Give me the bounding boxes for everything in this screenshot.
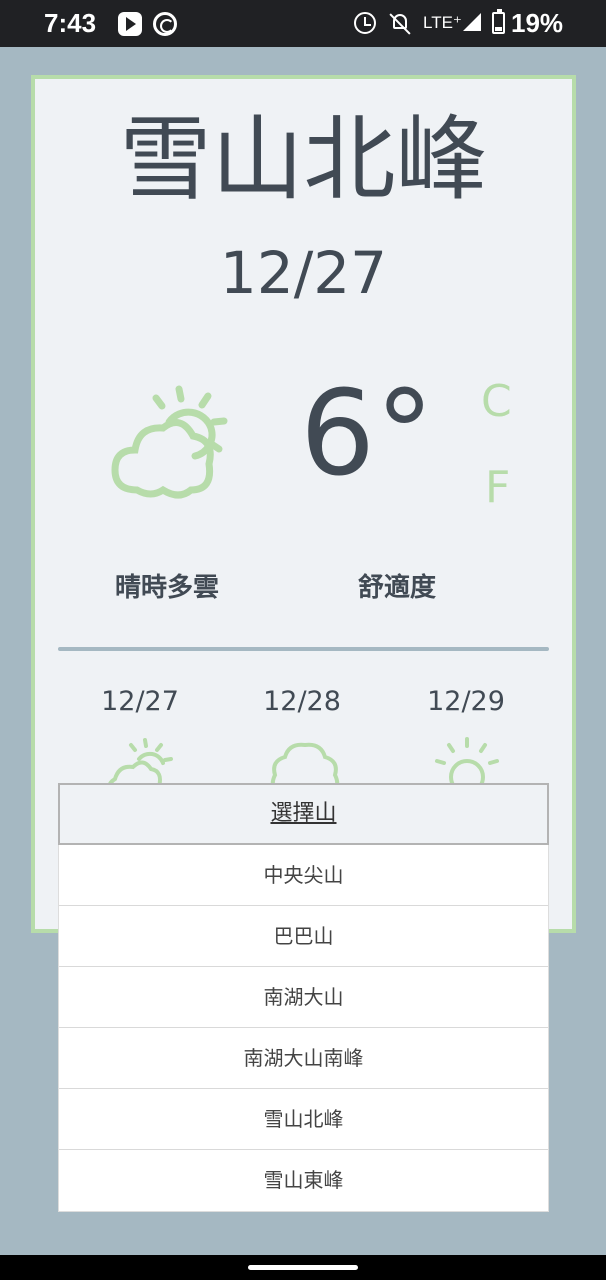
network-type: LTE⁺ (423, 13, 462, 32)
status-bar: 7:43 LTE⁺ 19% (0, 0, 606, 47)
partly-cloudy-icon (106, 738, 173, 787)
sun-icon (435, 737, 499, 787)
mountain-name: 雪山北峰 (119, 106, 488, 213)
battery-percent: 19% (511, 8, 564, 38)
weather-condition: 晴時多雲 (115, 573, 220, 603)
battery-icon (492, 9, 505, 34)
forecast-date-2: 12/28 (263, 686, 341, 717)
temperature: 6° (300, 364, 435, 502)
forecast-date-3: 12/29 (427, 686, 505, 717)
dropdown-header[interactable]: 選擇山 (58, 783, 549, 845)
alarm-icon (354, 12, 376, 34)
mountain-dropdown[interactable]: 選擇山 中央尖山 巴巴山 南湖大山 南湖大山南峰 雪山北峰 雪山東峰 (58, 783, 549, 1212)
dropdown-item[interactable]: 中央尖山 (59, 845, 548, 906)
partly-cloudy-icon (111, 385, 228, 499)
notifications-off-icon (389, 11, 411, 35)
dropdown-item[interactable]: 雪山北峰 (59, 1089, 548, 1150)
dropdown-item[interactable]: 雪山東峰 (59, 1150, 548, 1211)
dropdown-item[interactable]: 巴巴山 (59, 906, 548, 967)
divider (58, 647, 549, 651)
cloud-icon (270, 742, 340, 787)
comfort-level: 舒適度 (358, 573, 437, 603)
celsius-toggle[interactable]: C (481, 376, 512, 427)
home-gesture-handle[interactable] (248, 1265, 358, 1270)
navigation-bar (0, 1255, 606, 1280)
signal-icon (463, 13, 481, 31)
dropdown-list: 中央尖山 巴巴山 南湖大山 南湖大山南峰 雪山北峰 雪山東峰 (58, 845, 549, 1212)
sync-icon (153, 12, 177, 36)
status-time: 7:43 (44, 8, 97, 38)
forecast-date-1: 12/27 (101, 686, 179, 717)
current-date: 12/27 (219, 239, 388, 307)
play-store-icon (118, 12, 142, 36)
dropdown-item[interactable]: 南湖大山 (59, 967, 548, 1028)
dropdown-item[interactable]: 南湖大山南峰 (59, 1028, 548, 1089)
fahrenheit-toggle[interactable]: F (485, 462, 510, 513)
